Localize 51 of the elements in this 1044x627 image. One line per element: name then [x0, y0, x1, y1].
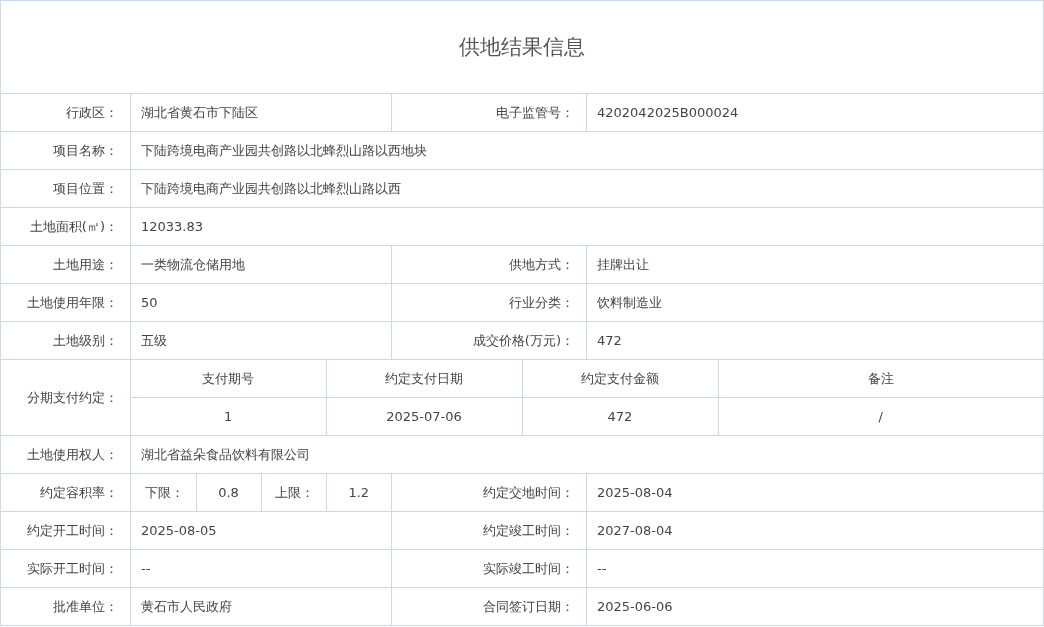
field-label: 土地使用权人：: [0, 435, 131, 474]
field-label: 约定容积率：: [0, 473, 131, 512]
field-label: 分期支付约定：: [0, 359, 131, 436]
field-value: 1.2: [326, 474, 391, 511]
field-label: 上限：: [261, 474, 326, 511]
field-label: 土地使用年限：: [0, 283, 131, 322]
field-value: 挂牌出让: [586, 245, 1044, 284]
field-label: 土地级别：: [0, 321, 131, 360]
field-label: 供地方式：: [391, 245, 587, 284]
field-value: 12033.83: [130, 207, 1044, 246]
field-label: 行政区：: [0, 93, 131, 132]
field-label: 约定开工时间：: [0, 511, 131, 550]
field-value: --: [586, 549, 1044, 588]
table-header-cell: 约定支付金额: [522, 360, 718, 398]
field-label: 约定竣工时间：: [391, 511, 587, 550]
field-value: --: [130, 549, 392, 588]
field-value: 下陆跨境电商产业园共创路以北蜂烈山路以西: [130, 169, 1044, 208]
field-value: 2025-08-04: [586, 473, 1044, 512]
field-label: 批准单位：: [0, 587, 131, 626]
field-value: 下陆跨境电商产业园共创路以北蜂烈山路以西地块: [130, 131, 1044, 170]
field-value: 4202042025B000024: [586, 93, 1044, 132]
field-value: 饮料制造业: [586, 283, 1044, 322]
field-value: 湖北省益朵食品饮料有限公司: [130, 435, 1044, 474]
field-label: 项目位置：: [0, 169, 131, 208]
field-value: 一类物流仓储用地: [130, 245, 392, 284]
field-value: 2025-08-05: [130, 511, 392, 550]
field-value: 黄石市人民政府: [130, 587, 392, 626]
field-value: 2025-06-06: [586, 587, 1044, 626]
field-label: 成交价格(万元)：: [391, 321, 587, 360]
page-title: 供地结果信息: [0, 0, 1044, 94]
field-label: 约定交地时间：: [391, 473, 587, 512]
field-label: 项目名称：: [0, 131, 131, 170]
field-label: 实际开工时间：: [0, 549, 131, 588]
table-header-cell: 约定支付日期: [326, 360, 522, 398]
field-label: 土地用途：: [0, 245, 131, 284]
field-label: 下限：: [131, 474, 196, 511]
field-value: 2027-08-04: [586, 511, 1044, 550]
field-label: 电子监管号：: [391, 93, 587, 132]
field-value: 0.8: [196, 474, 261, 511]
table-cell: /: [718, 397, 1043, 435]
field-label: 实际竣工时间：: [391, 549, 587, 588]
table-cell: 1: [131, 397, 326, 435]
field-value: 湖北省黄石市下陆区: [130, 93, 392, 132]
field-label: 行业分类：: [391, 283, 587, 322]
field-value: 五级: [130, 321, 392, 360]
table-header-cell: 支付期号: [131, 360, 326, 398]
field-label: 土地面积(㎡)：: [0, 207, 131, 246]
field-value: 50: [130, 283, 392, 322]
table-header-cell: 备注: [718, 360, 1043, 398]
field-label: 合同签订日期：: [391, 587, 587, 626]
field-value: 472: [586, 321, 1044, 360]
